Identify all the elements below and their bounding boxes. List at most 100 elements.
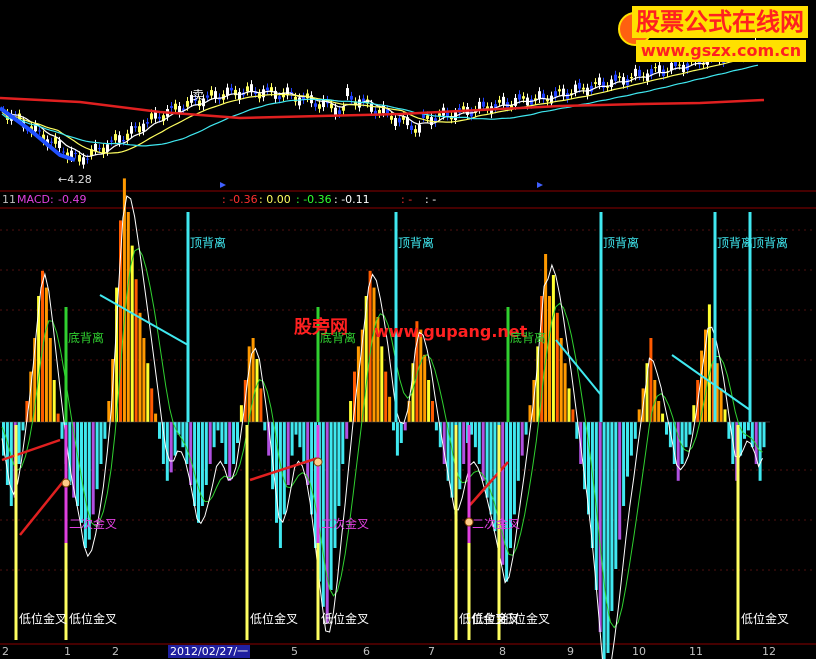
low-cross-marker [736,425,740,640]
candle-body [390,115,393,120]
macd-bar [56,413,60,422]
header-item-0: : -0.36 [222,193,258,206]
macd-bar [232,422,236,464]
candle-body [54,137,57,144]
macd-bar [255,359,259,422]
macd-bar [9,422,13,506]
candle-body [230,87,233,91]
macd-bar [614,422,618,569]
macd-bar [158,422,161,439]
macd-bar [567,388,571,422]
macd-bar [629,422,633,456]
macd-bar [684,422,688,448]
macd-bar [551,275,555,422]
low-price-label: ←4.28 [58,173,92,186]
top-divergence-label-4: 顶背离 [752,236,789,250]
low-cross-marker [245,425,249,640]
macd-bar [169,422,173,473]
candle-body [594,82,597,84]
macd-bar [220,422,224,443]
candle-body [370,103,373,112]
macd-bar [294,422,298,435]
indicator-prefix: 11 [2,193,16,206]
macd-bar [512,422,516,515]
candle-body [278,96,281,100]
macd-bar [501,422,505,565]
macd-bar [236,422,239,443]
macd-bar [743,422,746,439]
candle-body [246,86,249,92]
bottom-divergence-label-0: 底背离 [68,331,105,345]
candle-body [426,115,429,119]
macd-bar [341,422,345,464]
logo-title: 股票公式在线网 [632,6,808,38]
candle-body [418,124,421,133]
macd-bar [661,413,665,422]
macd-bar [91,422,95,515]
macd-bar [626,422,629,477]
top-divergence-label-2: 顶背离 [603,236,640,250]
macd-bar [228,422,232,481]
second-cross-label-2: 二次金叉 [472,517,521,531]
macd-bar [395,422,399,456]
logo-url: www.gszx.com.cn [636,40,806,62]
candle-body [658,65,661,73]
macd-bar [134,279,138,422]
candle-body [62,151,65,153]
candle-body [74,153,77,155]
macd-chart-screen: 股票公式在线网 www.gszx.com.cn ←4.28 卖 11 MACD:… [0,0,816,659]
x-tick-label: 2012/02/27/一 [168,645,251,658]
candle-body [614,74,617,81]
x-tick-label: 2 [112,645,119,658]
candle-body [538,91,541,99]
macd-bar [150,388,154,422]
candle-body [58,140,61,149]
macd-bar [676,422,680,481]
candle-body [266,87,269,91]
macd-bar [384,371,388,422]
macd-bar [372,287,376,422]
macd-bar [505,422,509,582]
candle-body [210,90,213,96]
macd-bar [146,363,150,422]
candle-body [618,76,621,78]
hand-pointer-icon [313,457,323,467]
macd-bar [762,422,766,448]
candle-body [114,134,117,141]
macd-bar [107,401,111,422]
candle-body [318,104,321,109]
low-cross-label-0: 低位金叉 [19,612,68,626]
bottom-divergence-label-2: 底背离 [510,331,547,345]
candle-body [478,101,481,110]
macd-bar [434,422,438,431]
candle-body [398,118,401,123]
low-cross-marker [14,425,18,640]
macd-bar [310,422,314,515]
macd-bar [259,388,263,422]
macd-bar [431,401,434,422]
candle-body [98,148,101,150]
low-cross-label-3: 低位金叉 [321,612,370,626]
candle-body [174,103,177,110]
candle-body [130,126,133,134]
macd-bar [278,422,282,548]
divergence-link-0 [19,477,67,536]
macd-bar [598,422,602,632]
bottom-divergence-marker [64,307,68,422]
macd-bar [302,422,306,464]
candle-body [634,68,637,77]
x-tick-label: 9 [567,645,574,658]
top-divergence-label-1: 顶背离 [398,236,435,250]
macd-bar [622,422,626,506]
site-logo: 股票公式在线网 www.gszx.com.cn [614,4,812,64]
macd-bar [548,296,551,422]
candle-body [314,103,317,107]
candle-body [498,99,501,103]
low-cross-label-1: 低位金叉 [69,612,118,626]
macd-bar [21,422,25,431]
macd-bar [263,422,267,431]
indicator-value: -0.49 [58,193,87,206]
macd-bar [473,422,477,448]
macd-bar [399,422,403,443]
macd-bar [380,346,384,422]
